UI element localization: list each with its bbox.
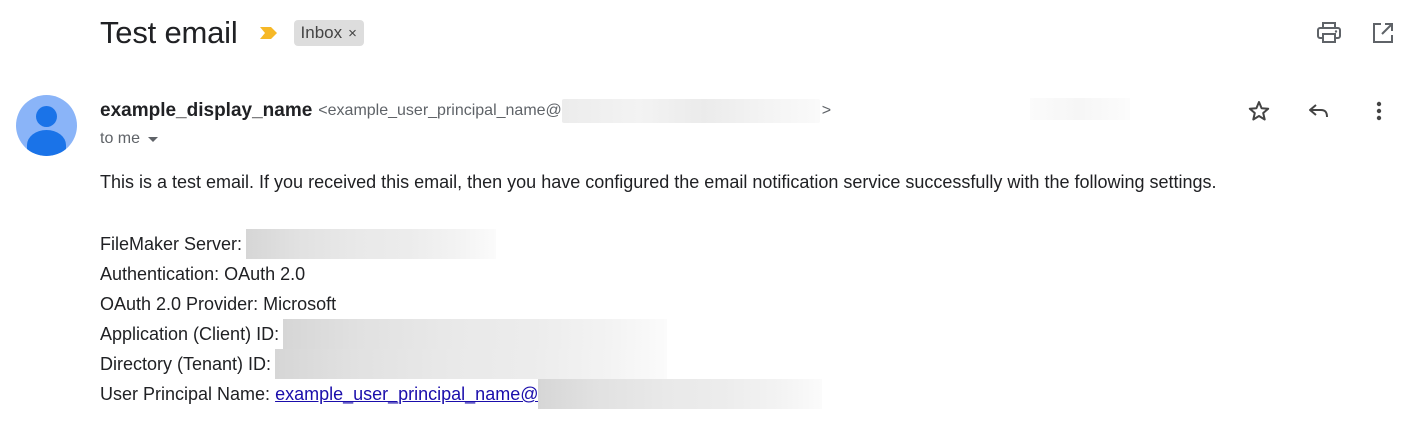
sender-avatar[interactable] (16, 95, 77, 156)
redacted-value (275, 349, 668, 379)
redacted-value (246, 229, 497, 259)
settings-row-client-id: Application (Client) ID: (100, 319, 822, 349)
remove-label-button[interactable]: × (348, 25, 357, 42)
settings-row-oauth-provider: OAuth 2.0 Provider: Microsoft (100, 289, 822, 319)
important-marker-icon[interactable] (258, 25, 280, 41)
redacted-domain (561, 99, 820, 123)
avatar-head-shape (36, 106, 57, 127)
recipient-details-toggle[interactable]: to me (100, 130, 159, 148)
star-icon[interactable] (1246, 98, 1272, 124)
user-principal-name-link[interactable]: example_user_principal_name@ (275, 379, 538, 409)
settings-row-tenant-id: Directory (Tenant) ID: (100, 349, 822, 379)
settings-row-filemaker-server: FileMaker Server: (100, 229, 822, 259)
settings-list: FileMaker Server: Authentication: OAuth … (100, 229, 823, 409)
more-vertical-icon[interactable] (1366, 98, 1392, 124)
message-intro: This is a test email. If you received th… (100, 172, 1217, 192)
open-in-new-window-icon[interactable] (1370, 20, 1396, 46)
settings-label: Authentication: OAuth 2.0 (100, 264, 306, 284)
settings-label: OAuth 2.0 Provider: Microsoft (100, 294, 337, 314)
settings-row-user-principal-name: User Principal Name: example_user_princi… (100, 379, 823, 409)
thread-actions (1316, 20, 1396, 46)
email-subject: Test email (100, 15, 238, 50)
recipient-label: to me (100, 130, 141, 147)
settings-label: Directory (Tenant) ID: (100, 354, 272, 374)
redacted-value (283, 319, 668, 349)
settings-label: FileMaker Server: (100, 234, 243, 254)
label-chip-inbox: Inbox × (293, 20, 364, 46)
settings-row-authentication: Authentication: OAuth 2.0 (100, 259, 822, 289)
settings-label: Application (Client) ID: (100, 324, 280, 344)
redacted-timestamp (1030, 98, 1130, 120)
settings-label: User Principal Name: (100, 384, 271, 404)
message-actions (1246, 98, 1392, 124)
email-subject-bar: Test email Inbox × (100, 12, 364, 54)
sender-email-close: > (821, 102, 832, 119)
sender-email: <example_user_principal_name@ (318, 102, 562, 119)
redacted-value (538, 379, 823, 409)
avatar-body-shape (27, 130, 66, 156)
print-icon[interactable] (1316, 20, 1342, 46)
sender-line: example_display_name <example_user_princ… (100, 97, 831, 125)
label-chip-text: Inbox (300, 23, 343, 42)
chevron-down-icon (148, 136, 159, 142)
sender-name[interactable]: example_display_name (100, 100, 312, 122)
reply-icon[interactable] (1306, 98, 1332, 124)
